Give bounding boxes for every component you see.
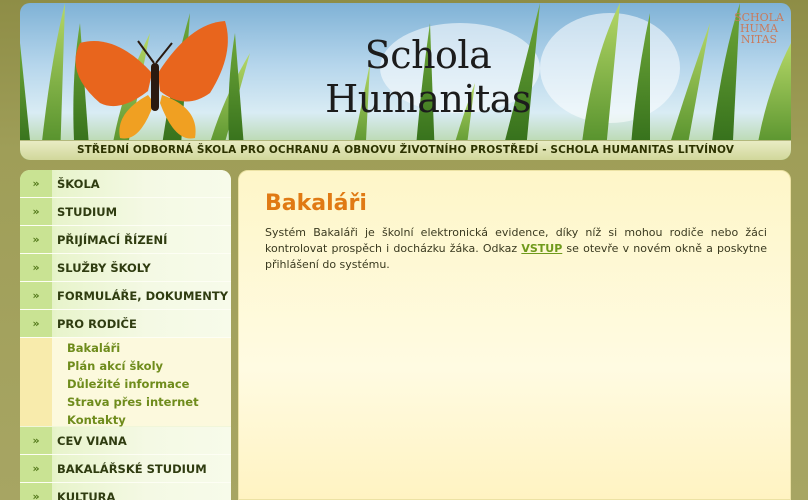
sidebar-item-label: ŠKOLA [57, 176, 100, 191]
sidebar-item-pro-rodice[interactable]: » PRO RODIČE [20, 310, 231, 338]
logo-text: NITAS [740, 33, 778, 46]
sidebar-item-studium[interactable]: » STUDIUM [20, 198, 231, 226]
sidebar-item-label: STUDIUM [57, 204, 118, 219]
sidebar-item-label: FORMULÁŘE, DOKUMENTY [57, 288, 229, 303]
double-chevron-right-icon: » [20, 198, 52, 225]
submenu-item-strava[interactable]: Strava přes internet [67, 395, 199, 409]
sidebar-item-label: PŘIJÍMACÍ ŘÍZENÍ [57, 232, 168, 247]
submenu-strip [20, 338, 52, 426]
sidebar-item-label: KULTURA [57, 489, 116, 500]
sidebar-item-label: CEV VIANA [57, 433, 127, 448]
main-content: Bakaláři Systém Bakaláři je školní elekt… [238, 170, 791, 500]
vstup-link[interactable]: VSTUP [521, 242, 562, 255]
sidebar-item-prijimaci-rizeni[interactable]: » PŘIJÍMACÍ ŘÍZENÍ [20, 226, 231, 254]
sidebar-item-cev-viana[interactable]: » CEV VIANA [20, 427, 231, 455]
double-chevron-right-icon: » [20, 254, 52, 281]
butterfly-image [75, 21, 228, 139]
sidebar-item-sluzby-skoly[interactable]: » SLUŽBY ŠKOLY [20, 254, 231, 282]
double-chevron-right-icon: » [20, 310, 52, 337]
submenu-item-bakalari[interactable]: Bakaláři [67, 341, 120, 355]
submenu-item-plan-akci[interactable]: Plán akcí školy [67, 359, 163, 373]
sidebar-item-label: PRO RODIČE [57, 316, 137, 331]
double-chevron-right-icon: » [20, 427, 52, 454]
page-paragraph: Systém Bakaláři je školní elektronická e… [265, 225, 767, 273]
submenu-pro-rodice: Bakaláři Plán akcí školy Důležité inform… [20, 338, 231, 427]
double-chevron-right-icon: » [20, 483, 52, 500]
sidebar-item-skola[interactable]: » ŠKOLA [20, 170, 231, 198]
sidebar-item-label: BAKALÁŘSKÉ STUDIUM [57, 461, 207, 476]
sidebar-item-label: SLUŽBY ŠKOLY [57, 260, 151, 275]
sidebar-item-formulare-dokumenty[interactable]: » FORMULÁŘE, DOKUMENTY [20, 282, 231, 310]
school-logo[interactable]: SCHOLA HUMA NITAS [729, 12, 789, 52]
double-chevron-right-icon: » [20, 455, 52, 482]
sidebar-item-kultura[interactable]: » KULTURA [20, 483, 231, 500]
submenu-item-kontakty[interactable]: Kontakty [67, 413, 126, 427]
page-title: Bakaláři [265, 191, 367, 216]
double-chevron-right-icon: » [20, 226, 52, 253]
double-chevron-right-icon: » [20, 170, 52, 197]
site-header: Schola Humanitas SCHOLA HUMA NITAS STŘED… [20, 3, 791, 160]
school-subtitle-bar: STŘEDNÍ ODBORNÁ ŠKOLA PRO OCHRANU A OBNO… [20, 140, 791, 160]
sidebar-nav: » ŠKOLA » STUDIUM » PŘIJÍMACÍ ŘÍZENÍ » S… [20, 170, 231, 500]
sidebar-item-bakalarske-studium[interactable]: » BAKALÁŘSKÉ STUDIUM [20, 455, 231, 483]
site-title: Schola Humanitas [325, 33, 531, 121]
double-chevron-right-icon: » [20, 282, 52, 309]
submenu-item-dulezite-informace[interactable]: Důležité informace [67, 377, 189, 391]
